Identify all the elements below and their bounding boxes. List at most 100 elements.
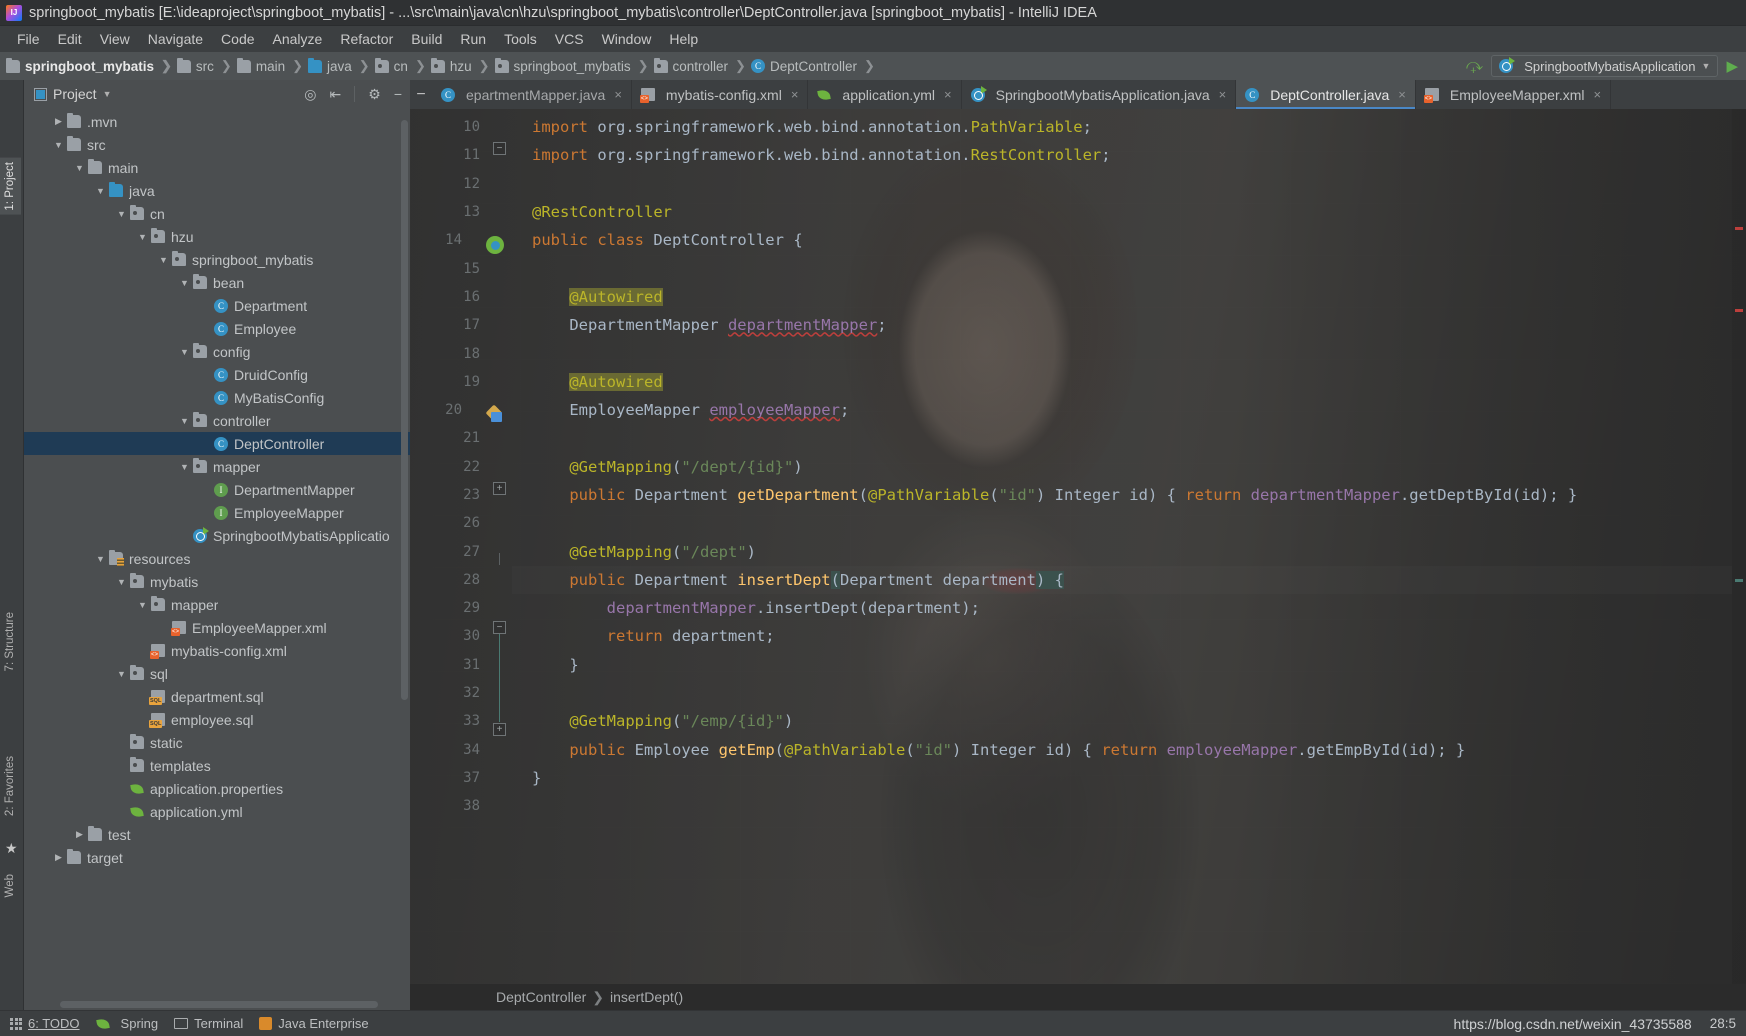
tree-node-springbootmybatisapplicatio[interactable]: SpringbootMybatisApplicatio: [24, 524, 410, 547]
code-editor-content[interactable]: import org.springframework.web.bind.anno…: [512, 109, 1732, 984]
code-line[interactable]: @GetMapping("/dept/{id}"): [512, 453, 1732, 481]
code-line[interactable]: [512, 254, 1732, 282]
tree-node-mapper[interactable]: ▼ mapper: [24, 455, 410, 478]
tree-node-springboot-mybatis[interactable]: ▼ springboot_mybatis: [24, 248, 410, 271]
code-line[interactable]: [512, 339, 1732, 367]
code-line[interactable]: [512, 424, 1732, 452]
code-line[interactable]: public Department insertDept(Department …: [512, 566, 1732, 594]
menu-item-tools[interactable]: Tools: [495, 29, 546, 49]
menu-item-help[interactable]: Help: [660, 29, 707, 49]
close-icon[interactable]: ×: [1594, 87, 1602, 102]
chevron-down-icon[interactable]: ▼: [137, 600, 148, 610]
tree-node-deptcontroller[interactable]: C DeptController: [24, 432, 410, 455]
breadcrumb-item-cn[interactable]: cn ❯: [374, 57, 431, 74]
tree-node-mybatisconfig[interactable]: C MyBatisConfig: [24, 386, 410, 409]
code-line[interactable]: @Autowired: [512, 368, 1732, 396]
tree-node-target[interactable]: ▶ target: [24, 846, 410, 869]
run-play-icon[interactable]: ▶: [1726, 57, 1738, 75]
locate-target-icon[interactable]: ◎: [304, 86, 316, 103]
tree-node-employee[interactable]: C Employee: [24, 317, 410, 340]
menu-item-window[interactable]: Window: [593, 29, 661, 49]
tree-node-employeemapper-xml[interactable]: EmployeeMapper.xml: [24, 616, 410, 639]
run-configuration-selector[interactable]: SpringbootMybatisApplication ▼: [1491, 55, 1719, 77]
chevron-down-icon[interactable]: ▼: [158, 255, 169, 265]
tree-node-controller[interactable]: ▼ controller: [24, 409, 410, 432]
tree-node-sql[interactable]: ▼ sql: [24, 662, 410, 685]
code-line[interactable]: [512, 509, 1732, 537]
chevron-right-icon[interactable]: ▶: [53, 852, 64, 863]
project-tree-vertical-scrollbar[interactable]: [401, 120, 408, 700]
status-item-java-enterprise[interactable]: Java Enterprise: [255, 1016, 380, 1031]
chevron-down-icon[interactable]: ▼: [179, 462, 190, 472]
editor-tab-springbootmybatisapplication-java[interactable]: SpringbootMybatisApplication.java ×: [962, 80, 1237, 109]
status-item-todo[interactable]: 6: TODO: [6, 1016, 92, 1031]
code-line[interactable]: EmployeeMapper employeeMapper;: [512, 396, 1732, 424]
chevron-down-icon[interactable]: ▼: [53, 140, 64, 150]
close-icon[interactable]: ×: [1219, 87, 1227, 102]
tree-node-application-yml[interactable]: application.yml: [24, 800, 410, 823]
fold-region-icon[interactable]: −: [493, 621, 506, 634]
chevron-down-icon[interactable]: ▼: [116, 577, 127, 587]
tree-node-departmentmapper[interactable]: I DepartmentMapper: [24, 478, 410, 501]
caret-marker[interactable]: [1735, 579, 1743, 582]
tree-node-test[interactable]: ▶ test: [24, 823, 410, 846]
hide-panel-icon[interactable]: −: [394, 86, 402, 102]
code-line[interactable]: return department;: [512, 622, 1732, 650]
tree-node-application-properties[interactable]: application.properties: [24, 777, 410, 800]
editor-tab-epartmentmapper-java[interactable]: CepartmentMapper.java ×: [432, 80, 632, 109]
breadcrumb-method[interactable]: insertDept(): [610, 989, 683, 1005]
close-icon[interactable]: ×: [614, 87, 622, 102]
code-line[interactable]: departmentMapper .insertDept(department);: [512, 594, 1732, 622]
tool-tab-favorites[interactable]: 2: Favorites: [0, 752, 21, 820]
tree-node--mvn[interactable]: ▶ .mvn: [24, 110, 410, 133]
tree-node-templates[interactable]: templates: [24, 754, 410, 777]
menu-item-edit[interactable]: Edit: [49, 29, 91, 49]
menu-item-run[interactable]: Run: [451, 29, 495, 49]
tree-node-mapper[interactable]: ▼ mapper: [24, 593, 410, 616]
chevron-down-icon[interactable]: ▼: [179, 347, 190, 357]
minimize-icon[interactable]: −: [410, 80, 432, 109]
editor-tab-application-yml[interactable]: application.yml ×: [808, 80, 962, 109]
code-line[interactable]: @Autowired: [512, 283, 1732, 311]
editor-tab-deptcontroller-java[interactable]: C DeptController.java ×: [1236, 80, 1416, 109]
tool-tab-web[interactable]: Web: [0, 870, 21, 901]
menu-item-navigate[interactable]: Navigate: [139, 29, 212, 49]
code-line[interactable]: @GetMapping("/emp/{id}"): [512, 707, 1732, 735]
tree-node-src[interactable]: ▼ src: [24, 133, 410, 156]
tree-node-resources[interactable]: ▼ resources: [24, 547, 410, 570]
code-line[interactable]: import org.springframework.web.bind.anno…: [512, 113, 1732, 141]
tree-node-employeemapper[interactable]: I EmployeeMapper: [24, 501, 410, 524]
fold-region-icon[interactable]: −: [493, 142, 506, 155]
tree-node-static[interactable]: static: [24, 731, 410, 754]
chevron-down-icon[interactable]: ▼: [116, 209, 127, 219]
tree-node-mybatis[interactable]: ▼ mybatis: [24, 570, 410, 593]
code-line[interactable]: @RestController: [512, 198, 1732, 226]
editor-error-marker-strip[interactable]: [1732, 109, 1746, 984]
project-tree[interactable]: ▶ .mvn ▼ src ▼ main ▼ java ▼ cn ▼ hzu ▼ springboot_my…: [24, 108, 410, 1010]
code-line[interactable]: import org.springframework.web.bind.anno…: [512, 141, 1732, 169]
settings-gear-icon[interactable]: ⚙: [368, 86, 381, 103]
build-hammer-icon[interactable]: ⤽: [1466, 57, 1483, 75]
tree-node-cn[interactable]: ▼ cn: [24, 202, 410, 225]
collapse-all-icon[interactable]: ⇤: [330, 86, 342, 103]
status-item-terminal[interactable]: Terminal: [170, 1016, 255, 1031]
close-icon[interactable]: ×: [1398, 87, 1406, 102]
tree-node-department-sql[interactable]: department.sql: [24, 685, 410, 708]
chevron-down-icon[interactable]: ▼: [137, 232, 148, 242]
code-line[interactable]: public Employee getEmp(@PathVariable("id…: [512, 736, 1732, 764]
menu-item-build[interactable]: Build: [402, 29, 451, 49]
editor-fold-strip[interactable]: − + − +: [488, 109, 512, 984]
breadcrumb-item-controller[interactable]: controller ❯: [653, 57, 751, 74]
tree-node-java[interactable]: ▼ java: [24, 179, 410, 202]
chevron-down-icon[interactable]: ▼: [95, 186, 106, 196]
code-line[interactable]: }: [512, 764, 1732, 792]
breadcrumb-item-main[interactable]: main ❯: [236, 57, 308, 74]
chevron-down-icon[interactable]: ▼: [103, 89, 112, 99]
breadcrumb-item-hzu[interactable]: hzu ❯: [430, 57, 495, 74]
tree-node-mybatis-config-xml[interactable]: mybatis-config.xml: [24, 639, 410, 662]
chevron-down-icon[interactable]: ▼: [179, 416, 190, 426]
project-tree-horizontal-scrollbar[interactable]: [60, 1001, 378, 1008]
code-line[interactable]: @GetMapping("/dept"): [512, 537, 1732, 565]
chevron-down-icon[interactable]: ▼: [95, 554, 106, 564]
error-marker[interactable]: [1735, 309, 1743, 312]
